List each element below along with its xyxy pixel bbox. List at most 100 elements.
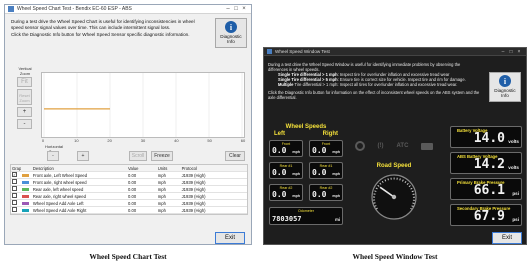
row-description: Rear axle, left wheel speed (32, 187, 84, 192)
graph-checkbox-cell[interactable] (11, 207, 21, 213)
x-axis-ticks: 0 10 20 30 40 50 60 (41, 138, 245, 144)
wheel-speeds-title: Wheel Speeds Left Right (268, 124, 344, 137)
row-protocol: J1939 (High) (181, 194, 206, 199)
series-color-swatch (22, 180, 30, 184)
graph-checkbox[interactable] (12, 186, 17, 191)
vzoom-in-button[interactable]: + (17, 107, 32, 117)
atc-label: ATC (396, 143, 409, 149)
clear-button[interactable]: Clear (225, 151, 245, 161)
line-text: Tire differential > 1 mph: Inspect all t… (293, 82, 458, 87)
graph-checkbox[interactable] (12, 193, 17, 198)
row-units: mph (157, 208, 166, 213)
row-units: mph (157, 173, 166, 178)
line-label: Multiple (278, 82, 294, 87)
vzoom-fit-button[interactable]: Fit (17, 77, 32, 87)
chart-svg (43, 73, 243, 137)
odometer-tile: Odometer 7803057 mi (269, 207, 343, 225)
tile-unit: mph (292, 172, 300, 176)
x-tick-label: 20 (107, 138, 112, 143)
caption-window-test: Wheel Speed Window Test (352, 252, 438, 261)
row-protocol: J1939 (High) (181, 201, 206, 206)
series-color-swatch (22, 194, 30, 198)
graph-checkbox[interactable]: ✓ (12, 172, 17, 177)
tile-unit: mph (332, 172, 340, 176)
table-row[interactable]: Front axle, right wheel speed 0.00 mph J193… (11, 179, 247, 186)
gauge-value: 66.1 (473, 183, 505, 198)
exit-button[interactable]: Exit (492, 232, 522, 244)
diagnostic-info-button[interactable]: i Diagnostic Info (489, 72, 521, 102)
series-color-swatch (22, 208, 30, 212)
table-row[interactable]: Wheel Speed Add Axle Right 0.00 mph J1939 (… (11, 207, 247, 214)
graph-checkbox-cell[interactable] (11, 186, 21, 192)
tile-value: 7803057 (272, 215, 302, 223)
exit-button[interactable]: Exit (215, 232, 245, 244)
close-button[interactable]: × (240, 5, 248, 13)
description-line: During a test drive the Wheel Speed Char… (11, 19, 195, 30)
row-value: 0.00 (128, 187, 137, 192)
hzoom-in-button[interactable]: + (77, 151, 89, 161)
series-color-cell (21, 186, 31, 192)
x-tick-label: 50 (207, 138, 212, 143)
col-color (21, 165, 31, 171)
hzoom-out-button[interactable]: - (47, 151, 59, 161)
vzoom-reset-button[interactable]: Reset Zoom (17, 89, 32, 105)
row-protocol: J1939 (High) (181, 208, 206, 213)
signal-table: Graph Description Value Units Protocol ✓… (10, 164, 248, 215)
table-body: ✓ Front axle, Left Wheel Speed 0.00 mph J193… (11, 172, 247, 214)
freeze-button[interactable]: Freeze (151, 151, 173, 161)
battery-voltage-display: Battery Voltage 14.0 volts (450, 126, 522, 148)
row-units: mph (157, 180, 166, 185)
series-color-cell (21, 179, 31, 185)
info-icon: i (499, 75, 511, 87)
tile-value: 0.0 (272, 168, 287, 177)
series-color-swatch (22, 173, 30, 177)
graph-checkbox-cell[interactable] (11, 200, 21, 206)
row-value: 0.00 (128, 180, 137, 185)
gauge-value: 14.0 (473, 131, 505, 146)
tile-unit: mi (335, 217, 340, 222)
table-row[interactable]: ✓ Front axle, Left Wheel Speed 0.00 mph J193… (11, 172, 247, 179)
row-value: 0.00 (128, 173, 137, 178)
row-protocol: J1939 (High) (181, 180, 206, 185)
graph-checkbox-cell[interactable]: ✓ (11, 172, 21, 178)
scroll-button[interactable]: Scroll (129, 151, 147, 161)
row-value: 0.00 (128, 201, 137, 206)
rear1-left-speed-tile: Rear #1 0.0 mph (269, 162, 303, 179)
graph-checkbox[interactable] (12, 200, 17, 205)
graph-checkbox[interactable] (12, 207, 17, 212)
tile-value: 0.0 (312, 190, 327, 199)
window-title: Wheel Speed Window Test (275, 49, 330, 54)
row-units: mph (157, 201, 166, 206)
graph-checkbox-cell[interactable] (11, 193, 21, 199)
brake-warning-icon (354, 141, 365, 151)
close-button[interactable]: × (515, 49, 523, 55)
app-icon (8, 6, 14, 12)
road-speed-title: Road Speed (376, 163, 412, 169)
minimize-button[interactable]: – (499, 49, 507, 55)
wheel-speed-chart-window: Wheel Speed Chart Test - Bendix EC-60 ES… (4, 4, 252, 245)
vzoom-out-button[interactable]: - (17, 119, 32, 129)
row-description: Front axle, Left Wheel Speed (32, 173, 88, 178)
maximize-button[interactable]: □ (232, 5, 240, 13)
app-icon (267, 49, 272, 54)
table-row[interactable]: Wheel Speed Add Axle Left 0.00 mph J1939 (H… (11, 200, 247, 207)
diagnostic-info-label: Diagnostic Info (494, 88, 516, 98)
row-protocol: J1939 (High) (181, 187, 206, 192)
brake-warning-label: (!) (377, 143, 384, 149)
maximize-button[interactable]: □ (507, 49, 515, 55)
table-row[interactable]: Rear axle, right wheel speed 0.00 mph J1939… (11, 193, 247, 200)
tile-value: 0.0 (272, 146, 287, 155)
series-color-swatch (22, 201, 30, 205)
wheel-speed-chart[interactable] (41, 72, 245, 138)
table-row[interactable]: Rear axle, left wheel speed 0.00 mph J1939 … (11, 186, 247, 193)
diagnostic-info-button[interactable]: i Diagnostic Info (215, 18, 247, 48)
vertical-zoom-label: Vertical Zoom (18, 66, 32, 76)
graph-checkbox[interactable] (12, 179, 17, 184)
gauge-unit: psi (512, 191, 519, 196)
minimize-button[interactable]: – (224, 5, 232, 13)
gauge-hub (391, 194, 397, 200)
graph-checkbox-cell[interactable] (11, 179, 21, 185)
description-line: Click the Diagnostic Info button for Whe… (11, 32, 190, 37)
gauge-unit: volts (508, 165, 519, 170)
left-label: Left (274, 130, 285, 137)
